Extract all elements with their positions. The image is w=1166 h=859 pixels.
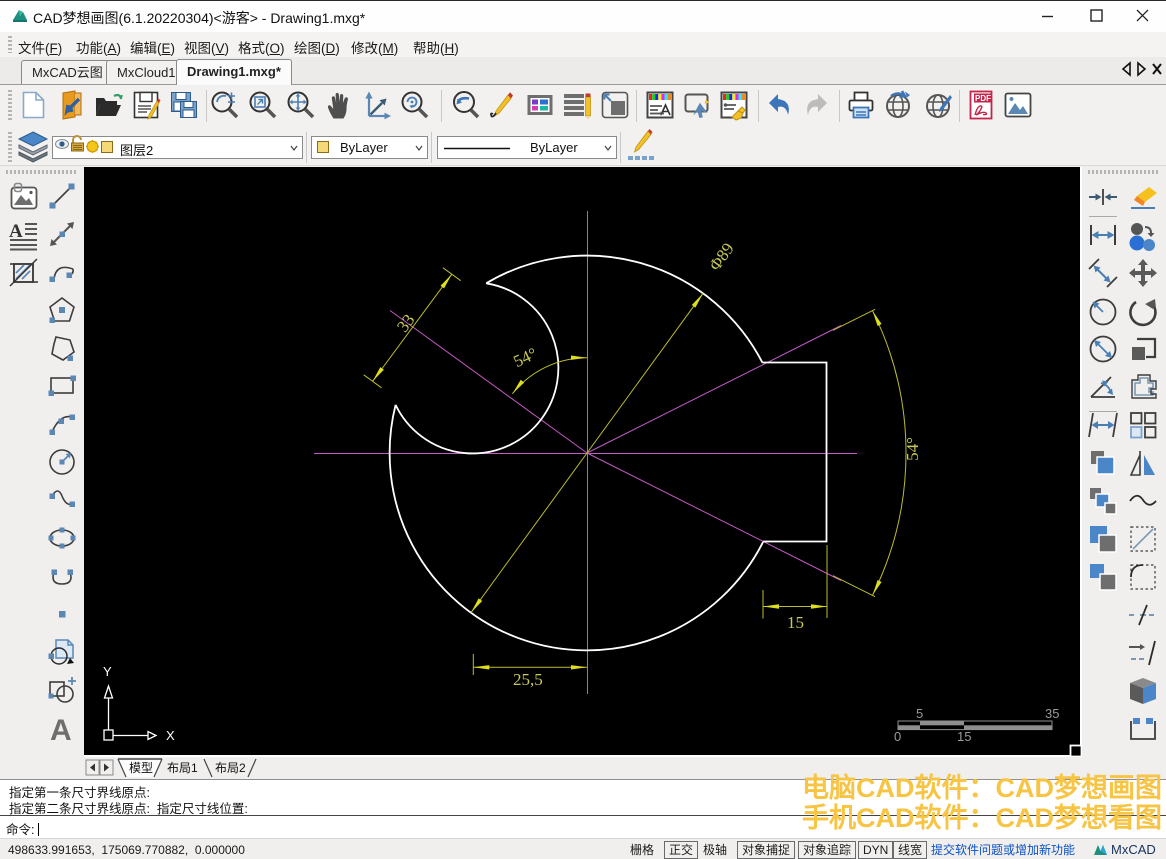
svg-text:布局1: 布局1	[167, 761, 198, 775]
svg-text:布局2: 布局2	[215, 761, 246, 775]
svg-text:35: 35	[1045, 706, 1059, 721]
svg-text:A: A	[50, 714, 72, 744]
svg-text:PDF: PDF	[975, 94, 991, 103]
svg-text:Φ89: Φ89	[705, 239, 738, 274]
svg-text:15: 15	[787, 613, 804, 632]
svg-text:X: X	[166, 728, 175, 743]
svg-text:54°: 54°	[510, 344, 540, 371]
svg-text:5: 5	[916, 706, 923, 721]
svg-text:15: 15	[957, 729, 971, 744]
svg-text:25,5: 25,5	[513, 670, 543, 689]
svg-text:33: 33	[393, 311, 418, 336]
svg-text:Y: Y	[103, 664, 112, 679]
svg-text:模型: 模型	[129, 761, 153, 775]
svg-text:A: A	[9, 221, 23, 242]
svg-text:54°: 54°	[903, 437, 922, 461]
svg-text:0: 0	[894, 729, 901, 744]
